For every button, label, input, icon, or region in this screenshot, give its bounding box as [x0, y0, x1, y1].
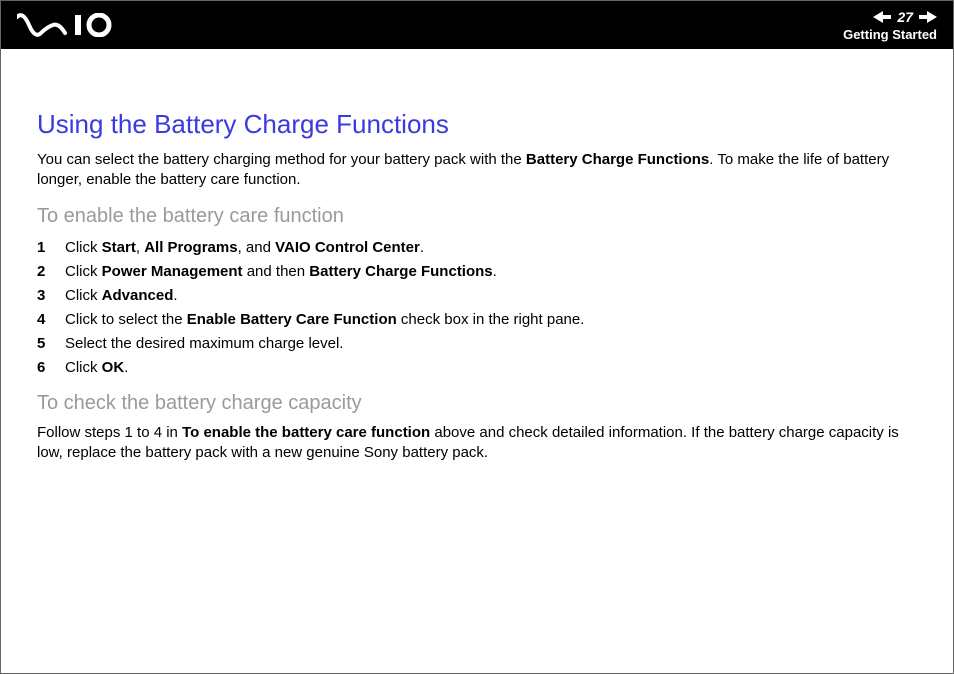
- step-number: 5: [37, 332, 51, 356]
- step-text: Select the desired maximum charge level.: [65, 332, 343, 356]
- follow-pre: Follow steps 1 to 4 in: [37, 424, 182, 441]
- step-number: 3: [37, 284, 51, 308]
- step-item: 6 Click OK.: [37, 356, 917, 380]
- next-page-arrow-icon[interactable]: [919, 11, 937, 23]
- step-item: 2 Click Power Management and then Battery…: [37, 260, 917, 284]
- step-text: Click to select the Enable Battery Care …: [65, 308, 584, 332]
- vaio-logo: [17, 13, 127, 37]
- manual-page: 27 Getting Started Using the Battery Cha…: [0, 0, 954, 674]
- step-text: Click Power Management and then Battery …: [65, 260, 497, 284]
- step-number: 2: [37, 260, 51, 284]
- steps-list: 1 Click Start, All Programs, and VAIO Con…: [37, 236, 917, 380]
- intro-pre: You can select the battery charging meth…: [37, 151, 526, 168]
- page-number: 27: [897, 9, 913, 25]
- page-title: Using the Battery Charge Functions: [37, 109, 917, 140]
- step-item: 4 Click to select the Enable Battery Care…: [37, 308, 917, 332]
- section-name: Getting Started: [843, 27, 937, 42]
- intro-paragraph: You can select the battery charging meth…: [37, 150, 917, 191]
- step-number: 1: [37, 236, 51, 260]
- prev-page-arrow-icon[interactable]: [873, 11, 891, 23]
- header-nav: 27 Getting Started: [843, 9, 937, 42]
- page-content: Using the Battery Charge Functions You c…: [1, 49, 953, 487]
- step-text: Click Advanced.: [65, 284, 178, 308]
- step-item: 3 Click Advanced.: [37, 284, 917, 308]
- step-text: Click OK.: [65, 356, 128, 380]
- step-item: 1 Click Start, All Programs, and VAIO Con…: [37, 236, 917, 260]
- follow-paragraph: Follow steps 1 to 4 in To enable the bat…: [37, 423, 917, 464]
- step-item: 5 Select the desired maximum charge level…: [37, 332, 917, 356]
- subheading-check: To check the battery charge capacity: [37, 392, 917, 415]
- follow-bold: To enable the battery care function: [182, 424, 430, 441]
- step-number: 4: [37, 308, 51, 332]
- header-bar: 27 Getting Started: [1, 1, 953, 49]
- subheading-enable: To enable the battery care function: [37, 205, 917, 228]
- step-text: Click Start, All Programs, and VAIO Cont…: [65, 236, 424, 260]
- intro-bold: Battery Charge Functions: [526, 151, 709, 168]
- step-number: 6: [37, 356, 51, 380]
